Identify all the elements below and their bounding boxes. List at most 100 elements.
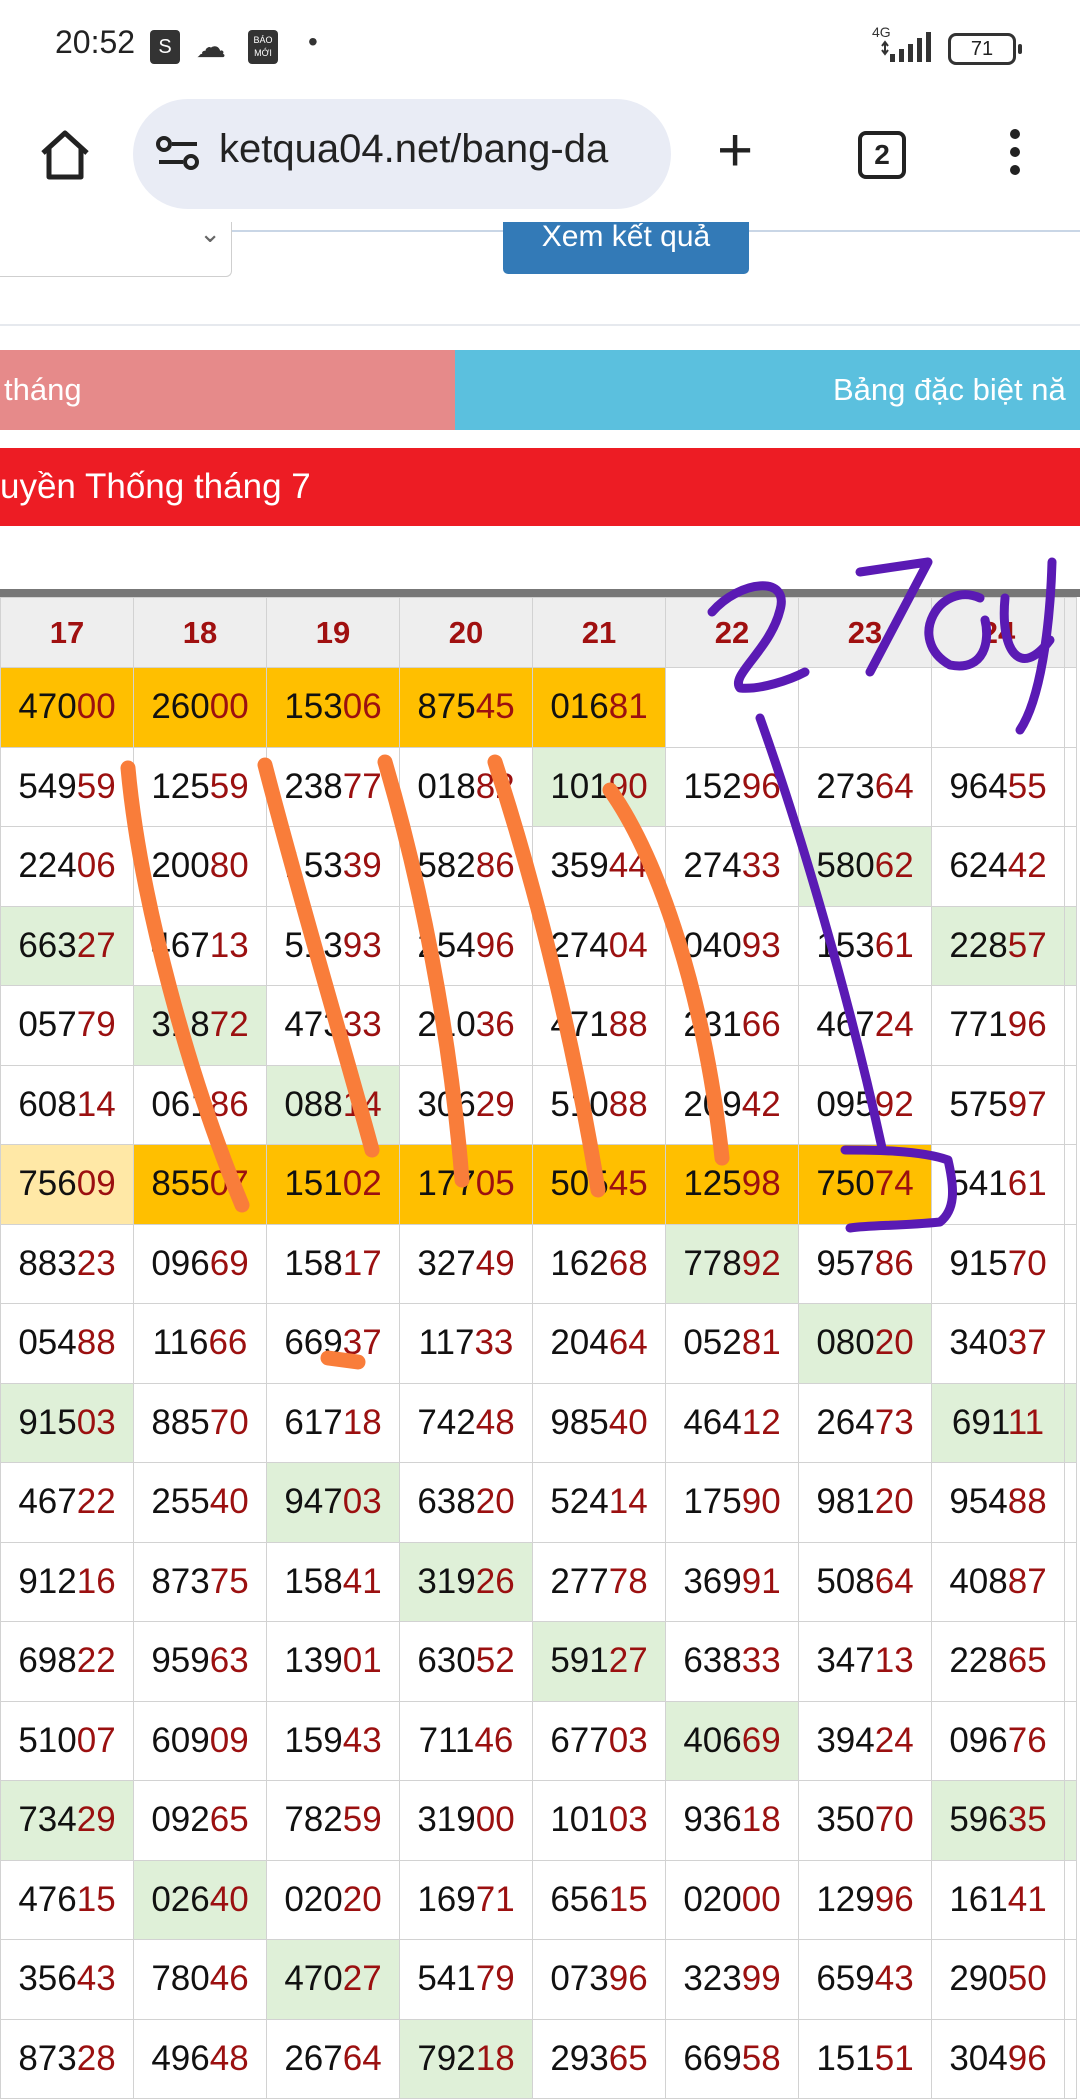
result-cell: 85507	[133, 1144, 267, 1225]
site-settings-icon[interactable]	[155, 133, 201, 173]
result-cell: 58286	[399, 826, 533, 907]
column-header-day: 20	[399, 597, 533, 668]
result-cell: 91216	[0, 1541, 134, 1622]
result-cell: 15151	[798, 2018, 932, 2099]
result-tail-digits: 27	[342, 1959, 382, 1999]
result-head-digits: 873	[151, 1561, 210, 1601]
result-head-digits: 293	[550, 2038, 609, 2078]
result-head-digits: 200	[151, 846, 210, 886]
result-cell: 88323	[0, 1223, 134, 1304]
partial-column-cell	[1064, 1223, 1077, 1304]
result-cell: 15339	[266, 826, 400, 907]
table-row: 60814 06186 08814 30629 51088 20942 09592 57597	[0, 1064, 1077, 1145]
result-tail-digits: 96	[874, 1879, 914, 1919]
result-head-digits: 264	[816, 1402, 875, 1442]
result-cell: 01882	[399, 746, 533, 827]
result-head-digits: 947	[284, 1482, 343, 1522]
result-tail-digits: 00	[475, 1800, 515, 1840]
result-head-digits: 057	[18, 1005, 77, 1045]
result-cell: 95786	[798, 1223, 932, 1304]
result-cell: 94703	[266, 1462, 400, 1543]
result-cell: 15296	[665, 746, 799, 827]
table-row: 51007 60909 15943 71146 67703 40669 39424 09676	[0, 1700, 1077, 1781]
column-header-day: 22	[665, 597, 799, 668]
result-tail-digits: 00	[741, 1879, 781, 1919]
result-cell: 26473	[798, 1382, 932, 1463]
tab-special-yearly-table[interactable]: Bảng đặc biệt nă	[455, 350, 1080, 430]
tab-monthly-table[interactable]: tháng	[0, 350, 455, 430]
partial-column-cell	[1064, 826, 1077, 907]
table-top-border	[0, 589, 1080, 597]
result-head-digits: 467	[151, 925, 210, 965]
new-tab-icon[interactable]: +	[717, 120, 753, 182]
result-head-digits: 524	[550, 1482, 609, 1522]
result-cell: 32399	[665, 1939, 799, 2020]
result-cell: 47000	[0, 667, 134, 748]
result-tail-digits: 50	[1007, 1959, 1047, 1999]
result-tail-digits: 20	[874, 1482, 914, 1522]
result-cell: 34713	[798, 1621, 932, 1702]
result-head-digits: 510	[18, 1720, 77, 1760]
result-head-digits: 630	[417, 1641, 476, 1681]
result-tail-digits: 29	[76, 1800, 116, 1840]
result-head-digits: 756	[18, 1164, 77, 1204]
result-tail-digits: 68	[608, 1243, 648, 1283]
results-table: 17 18 19 20 21 22 23 24 47000 26000 15306 87545 016…	[0, 597, 1077, 2099]
address-bar[interactable]: ketqua04.net/bang-da	[133, 99, 671, 209]
result-tail-digits: 72	[209, 1005, 249, 1045]
result-cell: 30496	[931, 2018, 1065, 2099]
home-icon[interactable]	[35, 125, 95, 185]
result-head-digits: 875	[417, 687, 476, 727]
status-time: 20:52	[55, 24, 136, 60]
result-tail-digits: 24	[874, 1720, 914, 1760]
result-tail-digits: 70	[1007, 1243, 1047, 1283]
result-tail-digits: 82	[475, 766, 515, 806]
month-select[interactable]: ⌄	[0, 218, 232, 277]
result-head-digits: 912	[18, 1561, 77, 1601]
result-tail-digits: 58	[741, 2038, 781, 2078]
result-head-digits: 656	[550, 1879, 609, 1919]
result-tail-digits: 04	[608, 925, 648, 965]
result-tail-digits: 43	[76, 1959, 116, 1999]
result-cell: 63833	[665, 1621, 799, 1702]
result-tail-digits: 59	[209, 766, 249, 806]
result-head-digits: 792	[417, 2038, 476, 2078]
table-heading: uyền Thống tháng 7	[0, 448, 1080, 526]
partial-column-cell	[1064, 1621, 1077, 1702]
result-head-digits: 319	[417, 1561, 476, 1601]
result-head-digits: 778	[683, 1243, 742, 1283]
result-tail-digits: 51	[874, 2038, 914, 2078]
result-tail-digits: 11	[1007, 1402, 1045, 1442]
table-row: 05779 31872 47333 21036 47188 23166 46724 77196	[0, 985, 1077, 1066]
result-cell: 51088	[532, 1064, 666, 1145]
result-cell: 95963	[133, 1621, 267, 1702]
url-text[interactable]: ketqua04.net/bang-da	[219, 127, 659, 172]
result-head-digits: 323	[683, 1959, 742, 1999]
result-head-digits: 698	[18, 1641, 77, 1681]
result-tail-digits: 81	[608, 687, 648, 727]
partial-column-cell	[1064, 1859, 1077, 1940]
result-head-digits: 406	[683, 1720, 742, 1760]
shopping-bag-icon: S	[150, 30, 180, 64]
result-head-digits: 125	[683, 1164, 742, 1204]
result-tail-digits: 33	[342, 1005, 382, 1045]
table-row: 22406 20080 15339 58286 35944 27433 58062 62442	[0, 826, 1077, 907]
result-tail-digits: 20	[342, 1879, 382, 1919]
result-head-digits: 158	[284, 1243, 343, 1283]
result-cell: 20942	[665, 1064, 799, 1145]
result-cell: 78046	[133, 1939, 267, 2020]
result-head-digits: 711	[418, 1720, 475, 1760]
result-head-digits: 669	[284, 1323, 343, 1363]
result-tail-digits: 37	[1007, 1323, 1047, 1363]
result-cell: 47027	[266, 1939, 400, 2020]
view-result-button[interactable]: Xem kết quả	[503, 222, 749, 274]
result-head-digits: 319	[417, 1800, 476, 1840]
result-cell: 27364	[798, 746, 932, 827]
result-cell: 31926	[399, 1541, 533, 1622]
more-menu-icon[interactable]	[1000, 125, 1030, 185]
result-cell: 10103	[532, 1780, 666, 1861]
result-cell: 35944	[532, 826, 666, 907]
result-tail-digits: 96	[741, 766, 781, 806]
result-cell: 12996	[798, 1859, 932, 1940]
tab-switcher-button[interactable]: 2	[858, 131, 906, 179]
